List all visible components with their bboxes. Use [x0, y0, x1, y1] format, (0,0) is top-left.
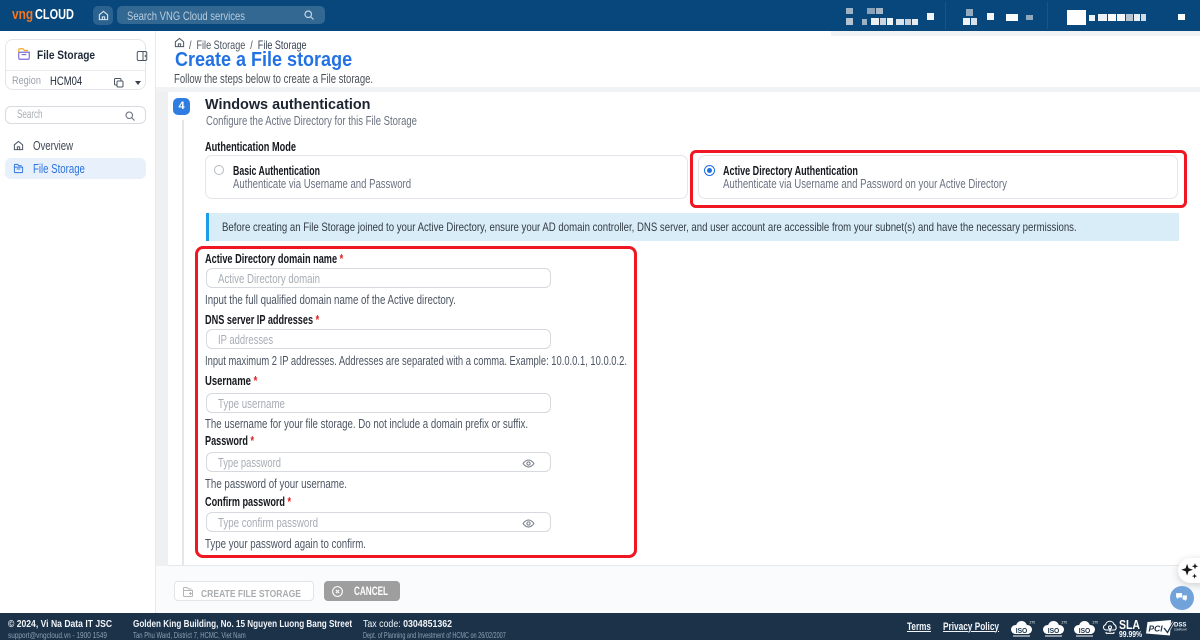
svg-text:DSS: DSS [1174, 623, 1186, 629]
svg-text:PCI: PCI [1149, 624, 1164, 634]
svg-text:ISO: ISO [1048, 627, 1060, 635]
svg-text:27001: 27001 [1030, 621, 1036, 625]
svg-text:27018: 27018 [1093, 621, 1099, 625]
svg-text:ISO: ISO [1016, 627, 1028, 635]
svg-text:COMPLIANT: COMPLIANT [1174, 629, 1187, 632]
svg-text:27017: 27017 [1062, 621, 1068, 625]
svg-text:ISO: ISO [1079, 627, 1091, 635]
